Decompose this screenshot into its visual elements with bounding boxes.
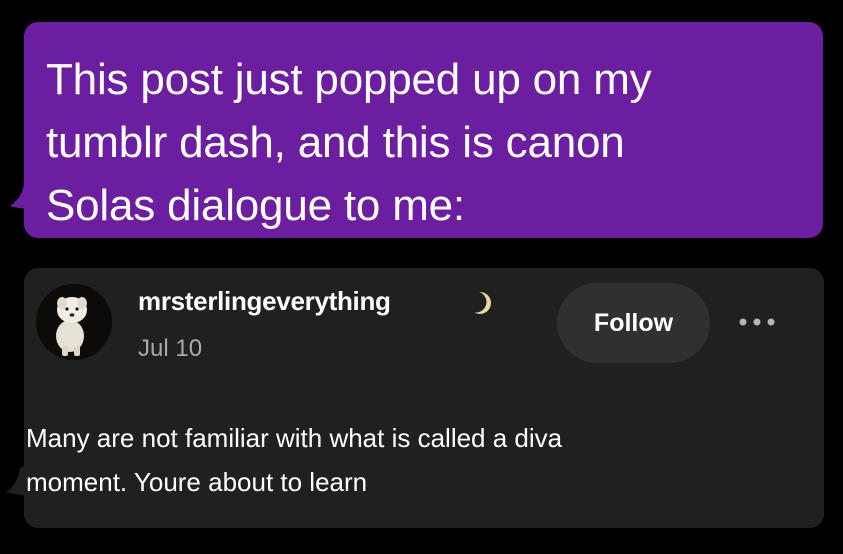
message-bubble-tail — [10, 180, 36, 209]
ellipsis-icon[interactable] — [736, 312, 778, 332]
crescent-moon-icon — [466, 291, 491, 314]
post-body: Many are not familiar with what is calle… — [26, 423, 563, 497]
avatar[interactable] — [36, 284, 112, 360]
post-username[interactable]: mrsterlingeverything — [138, 286, 391, 317]
follow-button[interactable]: Follow — [557, 283, 710, 363]
message-text: This post just popped up on my tumblr da… — [46, 55, 652, 230]
post-date[interactable]: Jul 10 — [138, 335, 202, 363]
puppy-avatar-icon — [36, 284, 112, 360]
